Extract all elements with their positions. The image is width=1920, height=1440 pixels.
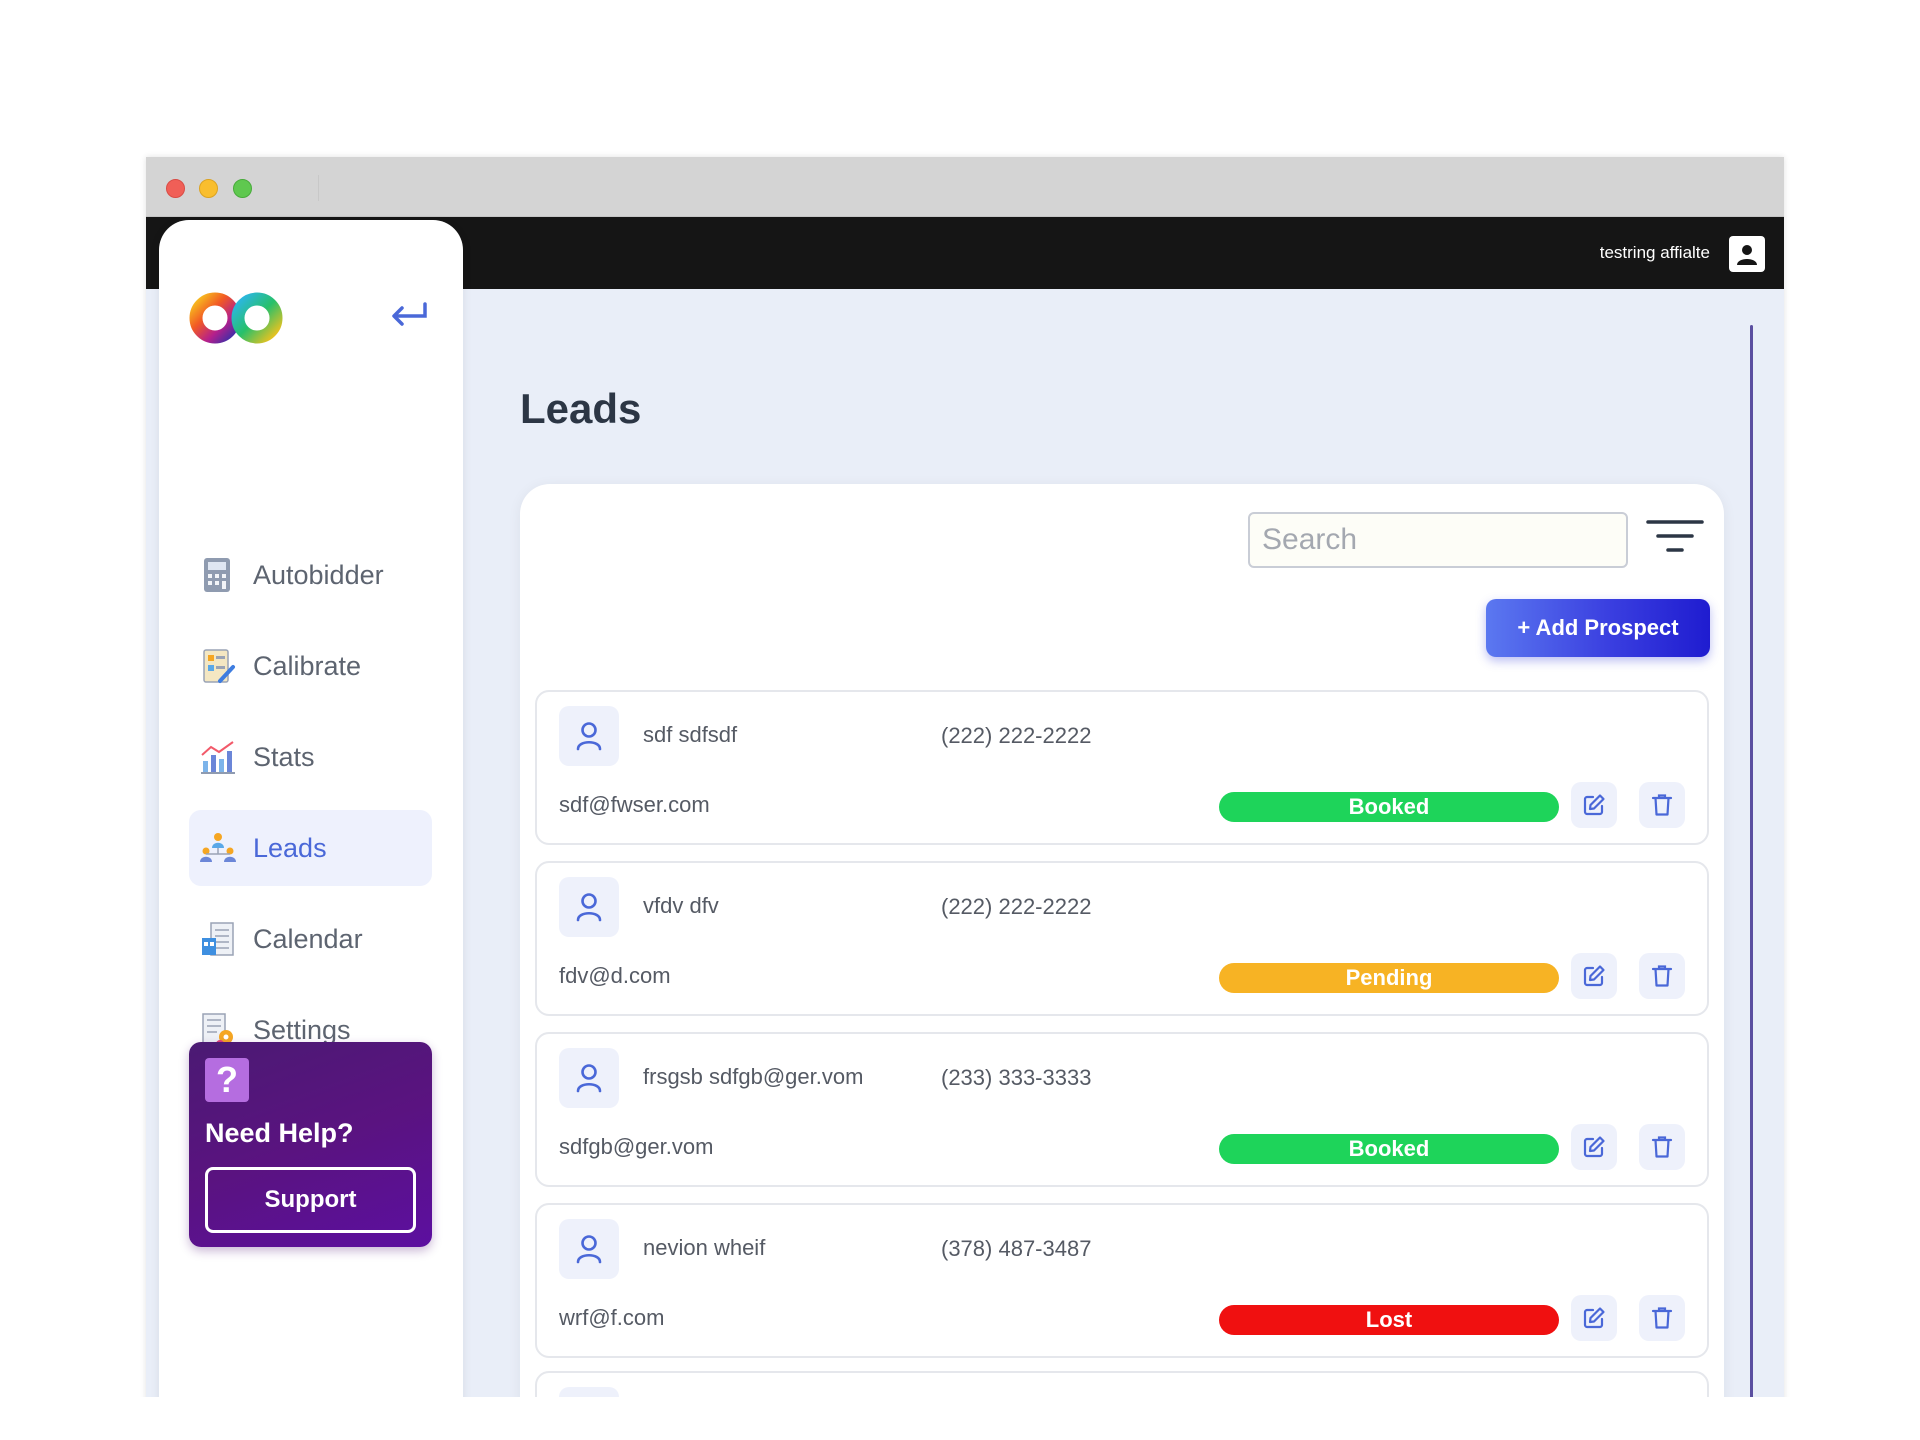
sidebar-item-stats[interactable]: Stats: [189, 719, 432, 795]
question-mark-icon: ?: [205, 1058, 249, 1102]
add-prospect-button[interactable]: + Add Prospect: [1486, 599, 1710, 657]
collapse-sidebar-icon[interactable]: [389, 300, 429, 335]
sidebar-item-calendar[interactable]: Calendar: [189, 901, 432, 977]
window-titlebar: [146, 157, 1784, 217]
stats-chart-icon: [197, 736, 239, 778]
edit-icon[interactable]: [1571, 782, 1617, 828]
calculator-icon: [197, 554, 239, 596]
status-badge: Booked: [1219, 792, 1559, 822]
page-title: Leads: [520, 385, 642, 432]
user-icon: [559, 877, 619, 937]
lead-phone: (378) 487-3487: [941, 1236, 1092, 1261]
trash-icon[interactable]: [1639, 1124, 1685, 1170]
sidebar-item-label: Settings: [253, 1014, 351, 1045]
minimize-window-button[interactable]: [199, 179, 218, 198]
user-name[interactable]: testring affialte: [1600, 243, 1710, 263]
sidebar-item-label: Leads: [253, 832, 327, 863]
app-window: testring affialte Autobidder Calibrate S…: [146, 157, 1784, 1440]
leads-panel: + Add Prospect sdf sdfsdf (222) 222-2222…: [520, 484, 1724, 1440]
lead-name: sdf sdfsdf: [643, 722, 738, 747]
user-icon: [559, 706, 619, 766]
lead-email: sdf@fwser.com: [559, 792, 710, 817]
lead-name: frsgsb sdfgb@ger.vom: [643, 1064, 864, 1089]
search-input[interactable]: [1248, 512, 1628, 568]
close-window-button[interactable]: [166, 179, 185, 198]
status-badge: Booked: [1219, 1134, 1559, 1164]
sidebar: Autobidder Calibrate Stats Leads Calenda…: [159, 220, 463, 1440]
edit-icon[interactable]: [1571, 953, 1617, 999]
user-icon: [559, 1048, 619, 1108]
lead-card[interactable]: vfdv dfv (222) 222-2222 fdv@d.com Pendin…: [535, 861, 1709, 1016]
lead-email: wrf@f.com: [559, 1305, 665, 1330]
filter-icon[interactable]: [1646, 516, 1704, 560]
lead-card[interactable]: nevion wheif (378) 487-3487 wrf@f.com Lo…: [535, 1203, 1709, 1358]
maximize-window-button[interactable]: [233, 179, 252, 198]
calendar-icon: [197, 918, 239, 960]
trash-icon[interactable]: [1639, 1295, 1685, 1341]
lead-phone: (233) 333-3333: [941, 1065, 1092, 1090]
sidebar-item-label: Autobidder: [253, 559, 384, 590]
status-badge: Lost: [1219, 1305, 1559, 1335]
trash-icon[interactable]: [1639, 953, 1685, 999]
lead-name: vfdv dfv: [643, 893, 719, 918]
titlebar-divider: [318, 175, 319, 201]
page-bottom-margin: [0, 1397, 1920, 1440]
sidebar-item-calibrate[interactable]: Calibrate: [189, 628, 432, 704]
lead-email: sdfgb@ger.vom: [559, 1134, 714, 1159]
sidebar-item-label: Calendar: [253, 923, 363, 954]
lead-card[interactable]: sdf sdfsdf (222) 222-2222 sdf@fwser.com …: [535, 690, 1709, 845]
support-button[interactable]: Support: [205, 1167, 416, 1233]
sidebar-item-label: Stats: [253, 741, 315, 772]
lead-phone: (222) 222-2222: [941, 723, 1092, 748]
sidebar-item-label: Calibrate: [253, 650, 362, 681]
user-avatar-icon[interactable]: [1729, 236, 1765, 272]
edit-icon[interactable]: [1571, 1295, 1617, 1341]
lead-name: nevion wheif: [643, 1235, 766, 1260]
lead-phone: (222) 222-2222: [941, 894, 1092, 919]
user-icon: [559, 1219, 619, 1279]
vertical-scrollbar[interactable]: [1750, 325, 1753, 1440]
lead-email: fdv@d.com: [559, 963, 671, 988]
status-badge: Pending: [1219, 963, 1559, 993]
sidebar-item-autobidder[interactable]: Autobidder: [189, 537, 432, 613]
infinity-logo-icon[interactable]: [189, 290, 283, 351]
calibrate-icon: [197, 645, 239, 687]
sidebar-item-leads[interactable]: Leads: [189, 810, 432, 886]
trash-icon[interactable]: [1639, 782, 1685, 828]
edit-icon[interactable]: [1571, 1124, 1617, 1170]
help-title: Need Help?: [205, 1118, 354, 1148]
help-card: ? Need Help? Support: [189, 1042, 432, 1247]
leads-people-icon: [197, 827, 239, 869]
lead-card[interactable]: frsgsb sdfgb@ger.vom (233) 333-3333 sdfg…: [535, 1032, 1709, 1187]
